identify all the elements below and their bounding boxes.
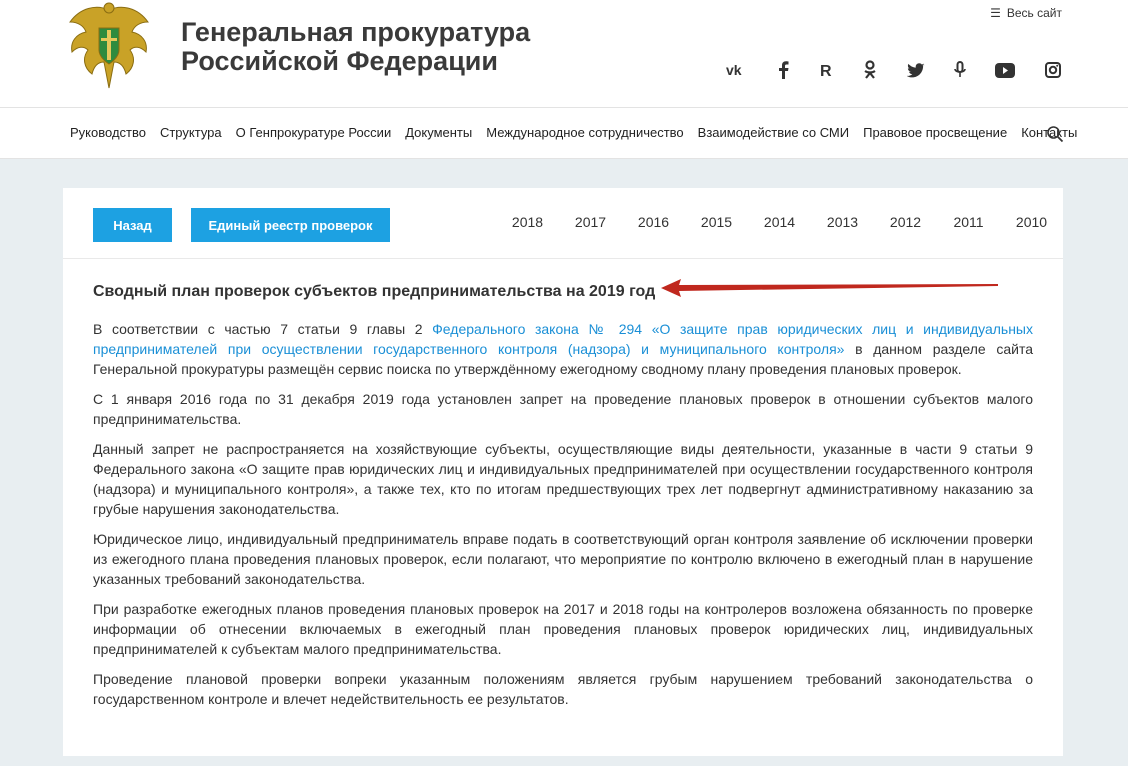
site-header: Генеральная прокуратура Российской Федер… [0,0,1128,108]
site-title[interactable]: Генеральная прокуратура Российской Федер… [181,18,530,76]
year-tab-2015[interactable]: 2015 [685,214,748,230]
site-title-line2: Российской Федерации [181,46,498,76]
site-title-line1: Генеральная прокуратура [181,17,531,47]
odnoklassniki-icon[interactable] [858,58,882,82]
article-paragraph-4: Юридическое лицо, индивидуальный предпри… [93,531,1033,587]
year-tab-2017[interactable]: 2017 [559,214,622,230]
article-paragraph-5: При разработке ежегодных планов проведен… [93,601,1033,657]
main-nav: Руководство Структура О Генпрокуратуре Р… [0,108,1128,159]
all-site-label: Весь сайт [1006,6,1062,20]
nav-item-documents[interactable]: Документы [405,125,472,140]
facebook-icon[interactable] [771,58,795,82]
toolbar: Назад Единый реестр проверок 2018 2017 2… [63,188,1063,259]
nav-items: Руководство Структура О Генпрокуратуре Р… [70,125,1091,140]
nav-item-about[interactable]: О Генпрокуратуре России [236,125,392,140]
article: Сводный план проверок субъектов предприн… [93,283,1033,719]
twitter-icon[interactable] [904,58,928,82]
year-tab-2018[interactable]: 2018 [496,214,559,230]
all-site-menu[interactable]: ☰ Весь сайт [990,6,1062,20]
search-icon[interactable] [1046,125,1064,143]
year-tab-2010[interactable]: 2010 [1000,214,1063,230]
back-button[interactable]: Назад [93,208,172,242]
social-links: vk R [716,58,1066,84]
registry-button[interactable]: Единый реестр проверок [191,208,390,242]
year-tab-2014[interactable]: 2014 [748,214,811,230]
nav-item-leadership[interactable]: Руководство [70,125,146,140]
year-tabs: 2018 2017 2016 2015 2014 2013 2012 2011 … [496,214,1063,230]
year-tab-2013[interactable]: 2013 [811,214,874,230]
svg-text:R: R [820,63,832,78]
article-paragraph-6: Проведение плановой проверки вопреки ука… [93,671,1033,707]
year-tab-2012[interactable]: 2012 [874,214,937,230]
year-tab-2016[interactable]: 2016 [622,214,685,230]
svg-text:vk: vk [726,63,742,77]
rutube-icon[interactable]: R [814,58,838,82]
article-paragraph-2: С 1 января 2016 года по 31 декабря 2019 … [93,391,1033,427]
article-paragraph-1: В соответствии с частью 7 статьи 9 главы… [93,319,1033,379]
nav-item-international[interactable]: Международное сотрудничество [486,125,683,140]
instagram-icon[interactable] [1041,58,1065,82]
article-paragraph-3: Данный запрет не распространяется на хоз… [93,441,1033,517]
year-tab-2011[interactable]: 2011 [937,214,1000,230]
youtube-icon[interactable] [993,58,1017,82]
vk-icon[interactable]: vk [724,58,748,82]
nav-item-structure[interactable]: Структура [160,125,222,140]
emblem-logo[interactable] [66,0,152,92]
nav-item-legal-education[interactable]: Правовое просвещение [863,125,1007,140]
content-panel: Назад Единый реестр проверок 2018 2017 2… [63,188,1063,756]
article-title: Сводный план проверок субъектов предприн… [93,283,656,300]
menu-icon: ☰ [990,6,1001,20]
podcast-icon[interactable] [948,58,972,82]
paragraph-1-text-start: В соответствии с частью 7 статьи 9 главы… [93,321,433,337]
nav-item-media[interactable]: Взаимодействие со СМИ [698,125,849,140]
